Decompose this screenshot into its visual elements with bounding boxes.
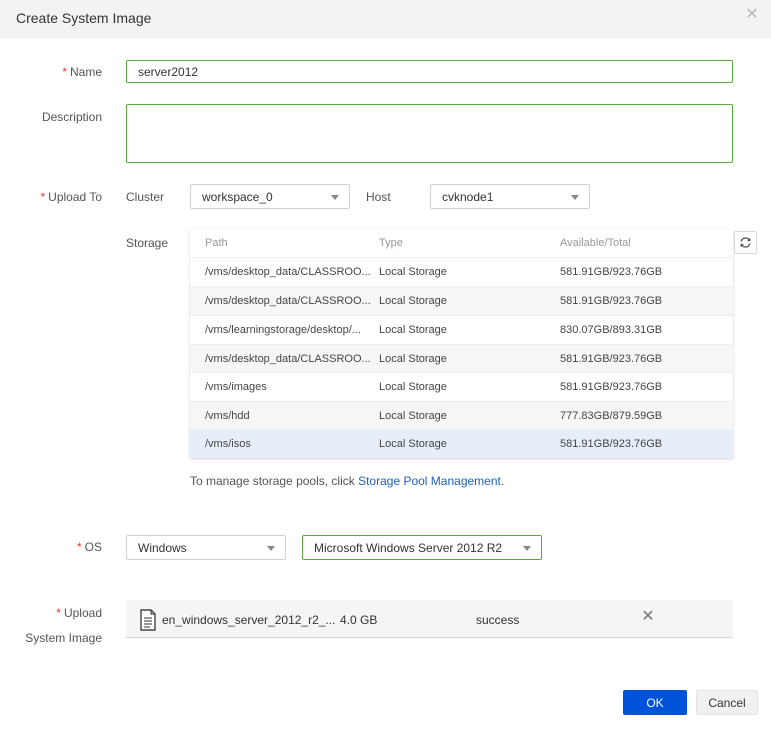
row-type: Local Storage — [379, 266, 447, 278]
dialog-title: Create System Image — [16, 10, 152, 26]
row-type: Local Storage — [379, 410, 447, 422]
table-row[interactable]: /vms/learningstorage/desktop/... Local S… — [190, 315, 733, 344]
name-input[interactable] — [126, 60, 733, 83]
column-header-capacity: Available/Total — [560, 237, 631, 249]
os-version-select[interactable]: Microsoft Windows Server 2012 R2 — [302, 535, 542, 560]
cluster-label: Cluster — [126, 190, 165, 204]
chevron-down-icon — [331, 195, 339, 200]
description-label: Description — [41, 110, 102, 124]
row-capacity: 777.83GB/879.59GB — [560, 410, 663, 422]
table-row[interactable]: /vms/desktop_data/CLASSROO... Local Stor… — [190, 344, 733, 373]
table-row[interactable]: /vms/images Local Storage 581.91GB/923.7… — [190, 372, 733, 401]
remove-icon[interactable]: ✕ — [640, 609, 656, 625]
refresh-icon — [740, 237, 751, 248]
chevron-down-icon — [523, 546, 531, 551]
dialog-header: Create System Image ✕ — [0, 0, 771, 38]
table-row[interactable]: /vms/hdd Local Storage 777.83GB/879.59GB — [190, 401, 733, 430]
row-capacity: 581.91GB/923.76GB — [560, 438, 663, 450]
table-row[interactable]: /vms/desktop_data/CLASSROO... Local Stor… — [190, 286, 733, 315]
file-size: 4.0 GB — [340, 613, 378, 627]
close-icon[interactable]: ✕ — [744, 7, 760, 23]
chevron-down-icon — [267, 546, 275, 551]
row-path: /vms/hdd — [205, 410, 250, 422]
row-type: Local Storage — [379, 324, 447, 336]
storage-label: Storage — [126, 236, 169, 250]
row-capacity: 581.91GB/923.76GB — [560, 381, 663, 393]
table-row[interactable]: /vms/desktop_data/CLASSROO... Local Stor… — [190, 257, 733, 286]
row-path: /vms/learningstorage/desktop/... — [205, 324, 361, 336]
upload-label: * Upload — [56, 606, 102, 620]
name-label: * Name — [62, 65, 102, 79]
row-capacity: 581.91GB/923.76GB — [560, 353, 663, 365]
os-label: * OS — [76, 540, 102, 554]
storage-pool-management-link[interactable]: Storage Pool Management — [358, 474, 501, 488]
os-type-select[interactable]: Windows — [126, 535, 286, 560]
uploaded-file-row: en_windows_server_2012_r2_... 4.0 GB suc… — [126, 600, 733, 638]
row-type: Local Storage — [379, 438, 447, 450]
storage-pool-hint: To manage storage pools, click Storage P… — [190, 474, 505, 488]
row-type: Local Storage — [379, 381, 447, 393]
upload-status: success — [476, 613, 520, 627]
file-name: en_windows_server_2012_r2_... — [162, 613, 336, 627]
upload-to-label: * Upload To — [40, 190, 103, 204]
row-path: /vms/desktop_data/CLASSROO... — [205, 266, 371, 278]
row-type: Local Storage — [379, 353, 447, 365]
row-type: Local Storage — [379, 295, 447, 307]
ok-button[interactable]: OK — [623, 690, 687, 715]
upload-label-line2: System Image — [25, 631, 102, 645]
column-header-type: Type — [379, 237, 403, 249]
file-icon — [140, 609, 156, 631]
os-type-value: Windows — [138, 541, 187, 555]
refresh-button[interactable] — [734, 231, 757, 254]
description-input[interactable] — [126, 104, 733, 163]
row-path: /vms/isos — [205, 438, 251, 450]
chevron-down-icon — [571, 195, 579, 200]
row-capacity: 581.91GB/923.76GB — [560, 295, 663, 307]
cluster-select[interactable]: workspace_0 — [190, 184, 350, 209]
storage-table: Path Type Available/Total /vms/desktop_d… — [190, 229, 733, 458]
row-capacity: 830.07GB/893.31GB — [560, 324, 663, 336]
os-version-value: Microsoft Windows Server 2012 R2 — [314, 541, 503, 555]
row-path: /vms/desktop_data/CLASSROO... — [205, 295, 371, 307]
table-row-selected[interactable]: /vms/isos Local Storage 581.91GB/923.76G… — [190, 429, 733, 458]
row-path: /vms/images — [205, 381, 267, 393]
host-label: Host — [366, 190, 391, 204]
cancel-button[interactable]: Cancel — [696, 690, 758, 715]
cluster-value: workspace_0 — [202, 190, 273, 204]
row-path: /vms/desktop_data/CLASSROO... — [205, 353, 371, 365]
host-select[interactable]: cvknode1 — [430, 184, 590, 209]
row-capacity: 581.91GB/923.76GB — [560, 266, 663, 278]
host-value: cvknode1 — [442, 190, 494, 204]
column-header-path: Path — [205, 237, 228, 249]
